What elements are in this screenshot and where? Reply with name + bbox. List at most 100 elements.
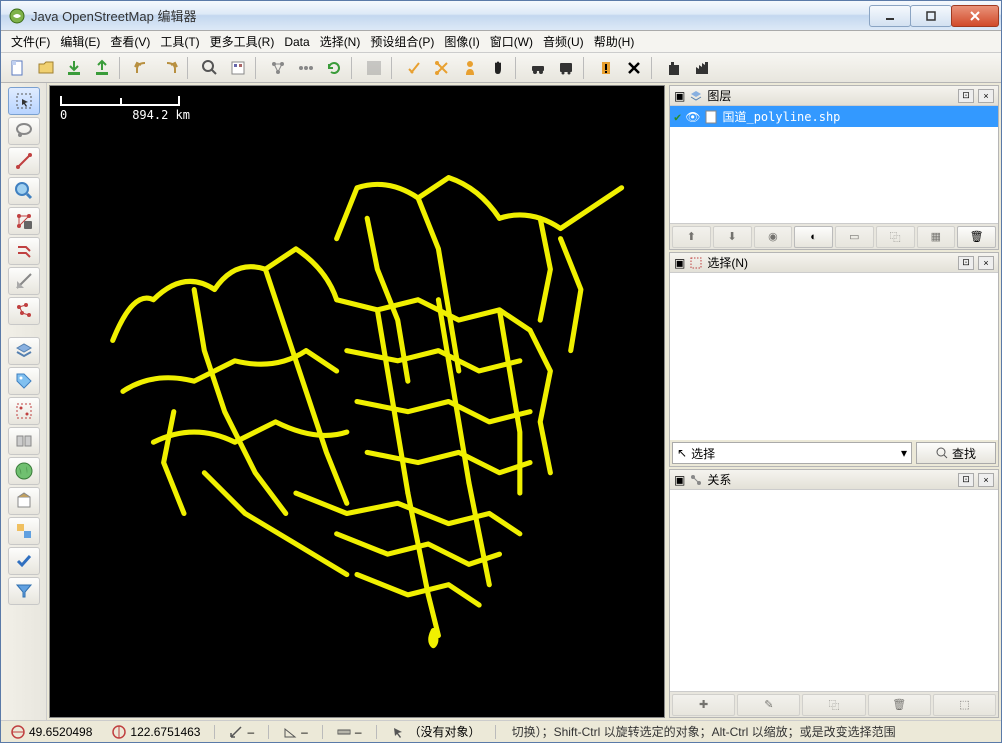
panel-pin-icon[interactable]: ⊡ <box>958 473 974 487</box>
zoom-tool[interactable] <box>8 177 40 205</box>
selection-icon[interactable] <box>8 397 40 425</box>
draw-tool[interactable] <box>8 147 40 175</box>
map-icon[interactable] <box>8 457 40 485</box>
activate-button[interactable]: ▦ <box>917 226 956 248</box>
panel-close-icon[interactable]: × <box>978 89 994 103</box>
opacity-button[interactable]: ◐ <box>794 226 833 248</box>
collapse-icon[interactable]: ▣ <box>674 473 685 487</box>
building-icon[interactable] <box>661 55 687 81</box>
edit-relation-button[interactable]: ✎ <box>737 694 800 716</box>
check-icon: ✔ <box>674 110 681 124</box>
panel-close-icon[interactable]: × <box>978 473 994 487</box>
layer-item[interactable]: ✔ 👁 国道_polyline.shp <box>670 106 998 127</box>
panel-close-icon[interactable]: × <box>978 256 994 270</box>
warning-icon[interactable] <box>593 55 619 81</box>
layers-panel-header: ▣ 图层 ⊡ × <box>670 86 998 106</box>
parallel-tool[interactable] <box>8 237 40 265</box>
menu-window[interactable]: 窗口(W) <box>486 31 537 52</box>
menu-audio[interactable]: 音频(U) <box>539 31 588 52</box>
collapse-icon[interactable]: ▣ <box>674 256 685 270</box>
menu-data[interactable]: Data <box>280 33 313 51</box>
selection-panel-header: ▣ 选择(N) ⊡ × <box>670 253 998 273</box>
status-angle: – <box>301 725 308 739</box>
selection-title: 选择(N) <box>707 254 748 271</box>
heading-icon <box>229 725 243 739</box>
new-relation-button[interactable]: ✚ <box>672 694 735 716</box>
collapse-icon[interactable]: ▣ <box>674 89 685 103</box>
layers-list[interactable]: ✔ 👁 国道_polyline.shp <box>670 106 998 223</box>
download-button[interactable] <box>61 55 87 81</box>
select-relation-button[interactable]: ⬚ <box>933 694 996 716</box>
open-button[interactable] <box>33 55 59 81</box>
duplicate-button[interactable]: ⿻ <box>876 226 915 248</box>
delete-icon[interactable] <box>621 55 647 81</box>
minimize-button[interactable] <box>869 5 911 27</box>
selection-list[interactable] <box>670 273 998 440</box>
history-icon[interactable] <box>8 487 40 515</box>
close-button[interactable] <box>951 5 999 27</box>
validator-icon[interactable] <box>8 547 40 575</box>
move-up-button[interactable]: ⬆ <box>672 226 711 248</box>
layers-title: 图层 <box>707 87 731 104</box>
layers-icon[interactable] <box>8 337 40 365</box>
wireframe-button[interactable] <box>265 55 291 81</box>
layer-name: 国道_polyline.shp <box>722 108 840 125</box>
maximize-button[interactable] <box>910 5 952 27</box>
distribute-button[interactable] <box>293 55 319 81</box>
new-button[interactable] <box>5 55 31 81</box>
search-button[interactable] <box>197 55 223 81</box>
bus-icon[interactable] <box>553 55 579 81</box>
menu-view[interactable]: 查看(V) <box>106 31 154 52</box>
menu-edit[interactable]: 编辑(E) <box>56 31 104 52</box>
menu-presets[interactable]: 预设组合(P) <box>366 31 438 52</box>
lon-icon <box>112 725 126 739</box>
selection-dropdown[interactable]: ↖ 选择 ▾ <box>672 442 912 464</box>
expert-button[interactable] <box>401 55 427 81</box>
hand-icon[interactable] <box>485 55 511 81</box>
panel-pin-icon[interactable]: ⊡ <box>958 89 974 103</box>
menu-image[interactable]: 图像(I) <box>440 31 483 52</box>
relations-list[interactable] <box>670 490 998 691</box>
conflict-icon[interactable] <box>8 517 40 545</box>
factory-icon[interactable] <box>689 55 715 81</box>
move-down-button[interactable]: ⬇ <box>713 226 752 248</box>
merge-button[interactable]: ▭ <box>835 226 874 248</box>
select-tool[interactable] <box>8 87 40 115</box>
scissors-icon[interactable] <box>429 55 455 81</box>
menu-tools[interactable]: 工具(T) <box>156 31 203 52</box>
car-icon[interactable] <box>525 55 551 81</box>
undo-button[interactable] <box>129 55 155 81</box>
person-icon[interactable] <box>457 55 483 81</box>
length-icon <box>337 725 351 739</box>
menu-select[interactable]: 选择(N) <box>316 31 365 52</box>
menu-moretools[interactable]: 更多工具(R) <box>206 31 279 52</box>
delete-relation-button[interactable]: 🗑 <box>868 694 931 716</box>
scale-start: 0 <box>60 108 67 122</box>
eye-icon[interactable]: 👁 <box>685 110 700 124</box>
status-length: – <box>355 725 362 739</box>
filter-icon[interactable] <box>8 577 40 605</box>
panel-pin-icon[interactable]: ⊡ <box>958 256 974 270</box>
left-toolbox <box>1 83 47 720</box>
redo-button[interactable] <box>157 55 183 81</box>
relation-icon <box>689 473 703 487</box>
extrude-tool[interactable] <box>8 297 40 325</box>
app-icon <box>9 8 25 24</box>
delete-layer-button[interactable]: 🗑 <box>957 226 996 248</box>
main-toolbar <box>1 53 1001 83</box>
toggle-button[interactable]: ◉ <box>754 226 793 248</box>
refresh-button[interactable] <box>321 55 347 81</box>
preferences-button[interactable] <box>225 55 251 81</box>
menu-file[interactable]: 文件(F) <box>7 31 54 52</box>
map-canvas[interactable]: 0894.2 km <box>49 85 665 718</box>
lasso-tool[interactable] <box>8 117 40 145</box>
improve-tool[interactable] <box>8 267 40 295</box>
delete-tool[interactable] <box>8 207 40 235</box>
imagery-button[interactable] <box>361 55 387 81</box>
duplicate-relation-button[interactable]: ⿻ <box>802 694 865 716</box>
search-button[interactable]: 查找 <box>916 442 996 464</box>
tag-icon[interactable] <box>8 367 40 395</box>
menu-help[interactable]: 帮助(H) <box>590 31 639 52</box>
relation-icon[interactable] <box>8 427 40 455</box>
upload-button[interactable] <box>89 55 115 81</box>
